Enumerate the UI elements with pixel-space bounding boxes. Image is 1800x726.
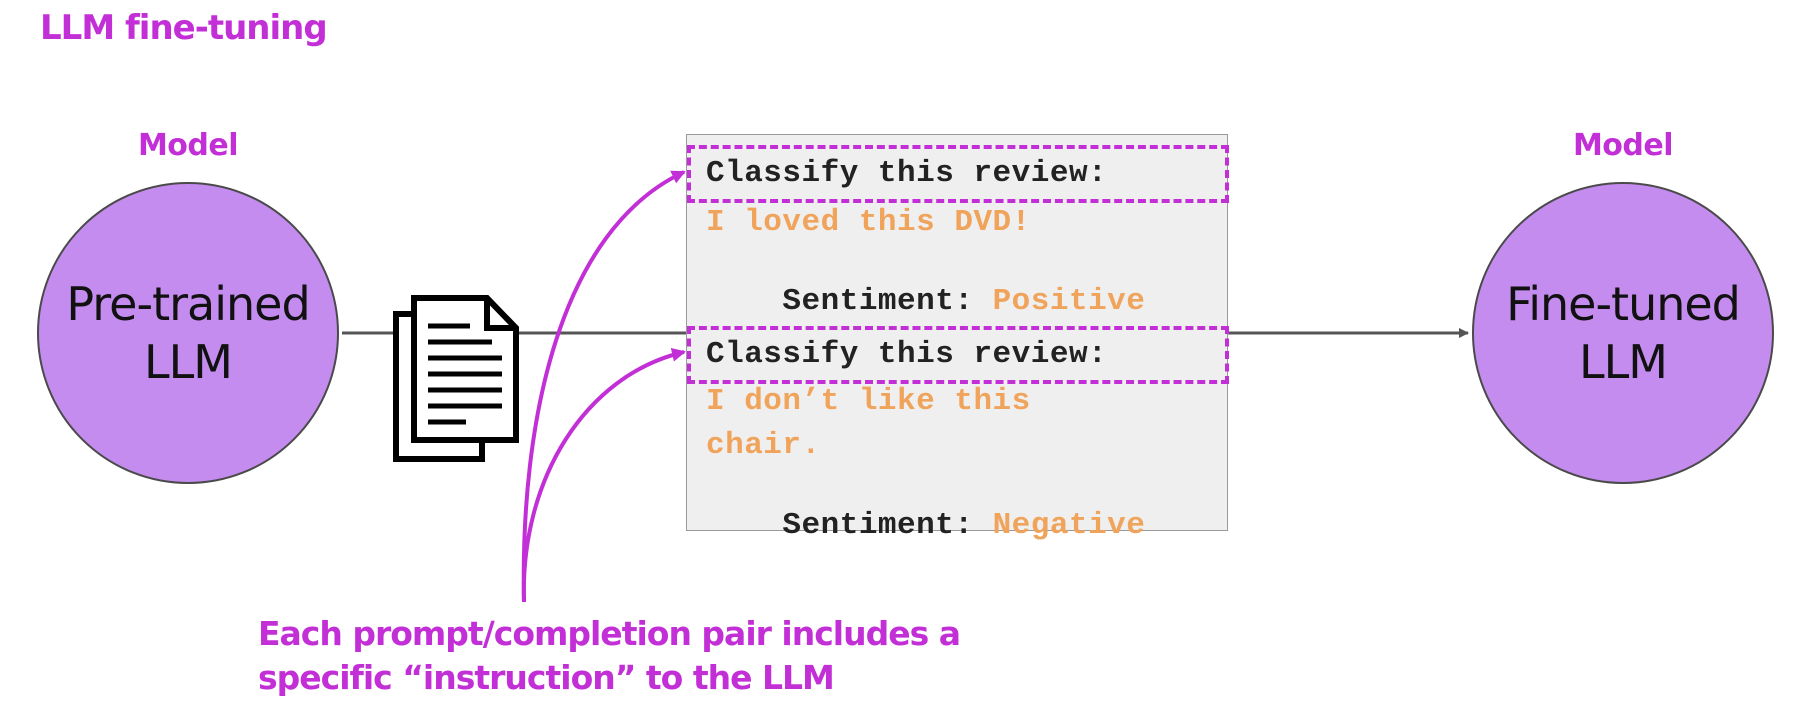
example-2-sentiment: Sentiment: Negative bbox=[706, 473, 1145, 578]
example-1-instruction: Classify this review: bbox=[706, 156, 1108, 191]
example-1-sentiment-label: Sentiment: bbox=[782, 284, 974, 319]
training-examples-box: Classify this review: I loved this DVD! … bbox=[686, 134, 1229, 543]
instruction-pointer-arrow-2 bbox=[521, 347, 686, 603]
example-2-review-line-2: chair. bbox=[706, 428, 821, 463]
example-2-sentiment-value: Negative bbox=[992, 508, 1146, 543]
caption-line-2: specific “instruction” to the LLM bbox=[258, 658, 835, 697]
finetuned-llm-node: Fine-tuned LLM bbox=[1472, 182, 1774, 484]
example-2-sentiment-label: Sentiment: bbox=[782, 508, 974, 543]
right-model-label: Model bbox=[1572, 128, 1674, 163]
instruction-pointer-arrow-1 bbox=[521, 170, 686, 603]
finetuned-llm-name: Fine-tuned LLM bbox=[1506, 277, 1741, 389]
pretrained-llm-node: Pre-trained LLM bbox=[37, 182, 339, 484]
documents-icon bbox=[393, 295, 519, 462]
pretrained-llm-name: Pre-trained LLM bbox=[66, 277, 310, 389]
example-2-review-line-1: I don’t like this bbox=[706, 384, 1031, 419]
example-1-sentiment-value: Positive bbox=[992, 284, 1146, 319]
example-2-instruction: Classify this review: bbox=[706, 337, 1108, 372]
caption-line-1: Each prompt/completion pair includes a bbox=[258, 614, 961, 653]
instruction-caption: Each prompt/completion pair includes a s… bbox=[258, 612, 961, 700]
example-1-review: I loved this DVD! bbox=[706, 205, 1031, 240]
left-model-label: Model bbox=[137, 128, 239, 163]
